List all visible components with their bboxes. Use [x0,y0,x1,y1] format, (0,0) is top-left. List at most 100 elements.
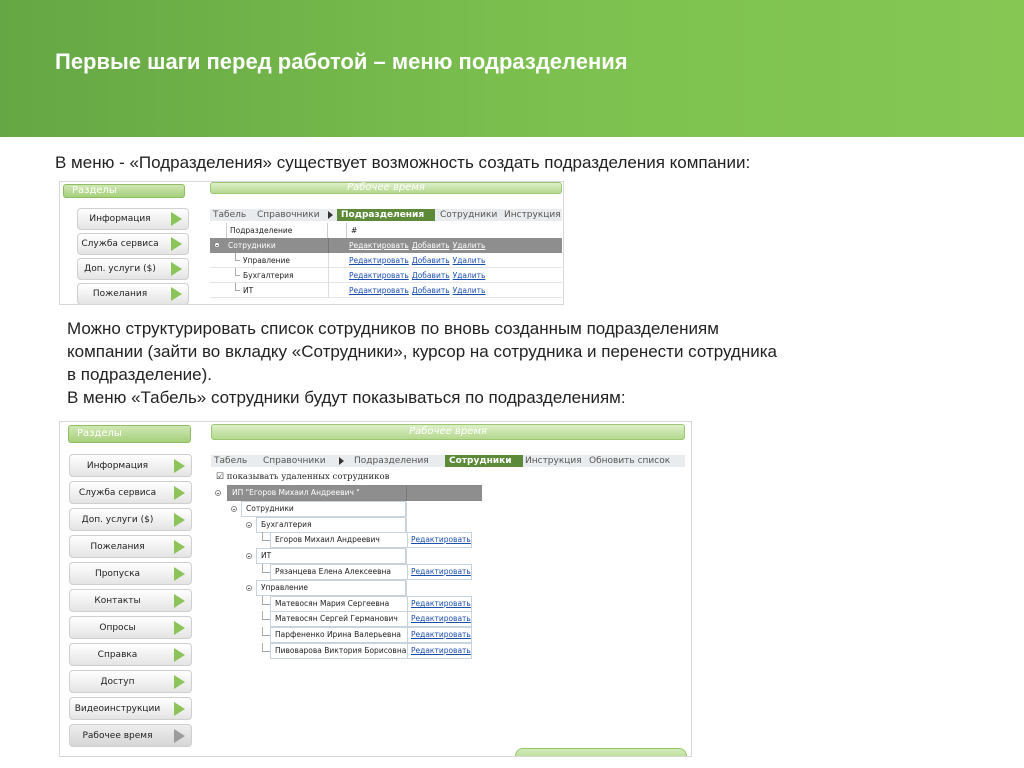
edit-link[interactable]: Редактировать [411,599,471,608]
column-divider [328,268,329,283]
sidebar-item[interactable]: Опросы [69,616,192,639]
tab-references[interactable]: Справочники [263,455,326,467]
sidebar-item-label: Доп. услуги ($) [81,514,154,525]
table-row[interactable]: ИТ Редактировать Добавить Удалить [210,283,562,298]
employee-name: Матевосян Сергей Германович [275,614,398,623]
column-divider [407,597,408,612]
tab-departments[interactable]: Подразделения [354,455,429,467]
employee-row[interactable]: Парфененко Ирина Валерьевна Редактировать [270,627,472,643]
tree-line [262,604,270,605]
delete-link[interactable]: Удалить [453,286,486,295]
collapse-icon[interactable] [215,490,221,496]
bottom-header-bar [515,748,687,756]
tree-line [262,643,263,651]
column-divider [406,549,407,564]
edit-link[interactable]: Редактировать [349,256,409,265]
sidebar-item[interactable]: Информация [77,208,189,230]
edit-link[interactable]: Редактировать [349,271,409,280]
edit-link[interactable]: Редактировать [411,567,471,576]
tree-line [262,532,263,540]
tab-departments[interactable]: Подразделения [337,209,435,221]
column-divider [328,253,329,268]
checkbox-checked-icon[interactable]: ☑ [216,472,224,482]
collapse-icon[interactable] [214,242,220,248]
tree-line [262,651,270,652]
department-row[interactable]: Бухгалтерия [256,517,407,533]
employee-row[interactable]: Пивоварова Виктория Борисовна Редактирова… [270,643,472,659]
company-row[interactable]: ИП "Егоров Михаил Андреевич " [227,485,482,501]
table-row[interactable]: Управление Редактировать Добавить Удалить [210,253,562,268]
department-row[interactable]: Управление [256,580,407,596]
sidebar-item[interactable]: Контакты [69,589,192,612]
tab-instructions[interactable]: Инструкция [525,455,582,467]
edit-link[interactable]: Редактировать [411,535,471,544]
tab-employees[interactable]: Сотрудники [440,209,497,221]
edit-link[interactable]: Редактировать [411,614,471,623]
sidebar-item[interactable]: Служба сервиса [77,233,189,255]
tab-timesheet[interactable]: Табель [213,209,246,221]
sidebar-item-label: Служба сервиса [81,239,159,249]
edit-link[interactable]: Редактировать [411,630,471,639]
sidebar-item[interactable]: Видеоинструкции [69,697,192,720]
column-divider [406,581,407,596]
tab-timesheet[interactable]: Табель [214,455,247,467]
column-divider [328,238,329,253]
edit-link[interactable]: Редактировать [349,241,409,250]
tab-refresh-list[interactable]: Обновить список [589,455,670,467]
add-link[interactable]: Добавить [412,256,450,265]
slide-title: Первые шаги перед работой – меню подразд… [55,49,628,74]
arrow-right-icon [171,212,182,226]
add-link[interactable]: Добавить [412,241,450,250]
edit-link[interactable]: Редактировать [349,286,409,295]
tree-line [262,635,270,636]
column-header-department: Подразделение [226,223,328,238]
show-deleted-option[interactable]: ☑ показывать удаленных сотрудников [216,472,389,482]
table-row[interactable]: Сотрудники Редактировать Добавить Удалить [210,238,562,253]
collapse-icon[interactable] [246,522,252,528]
department-row[interactable]: ИТ [256,548,407,564]
play-icon [328,211,333,219]
add-link[interactable]: Добавить [412,271,450,280]
sidebar-item[interactable]: Пропуска [69,562,192,585]
delete-link[interactable]: Удалить [453,241,486,250]
tree-line [262,611,263,619]
delete-link[interactable]: Удалить [453,271,486,280]
collapse-icon[interactable] [246,553,252,559]
tab-employees[interactable]: Сотрудники [445,455,523,467]
employees-screenshot: Разделы Рабочее время Информация Служба с… [59,421,692,757]
collapse-icon[interactable] [231,506,237,512]
sidebar-item[interactable]: Справка [69,643,192,666]
edit-link[interactable]: Редактировать [411,646,471,655]
sections-header: Разделы [68,425,191,443]
add-link[interactable]: Добавить [412,286,450,295]
tree-line [262,572,270,573]
employee-row[interactable]: Егоров Михаил Андреевич Редактировать [270,532,472,548]
tab-instructions[interactable]: Инструкция [504,209,561,221]
row-actions: Редактировать Добавить Удалить [349,268,488,283]
title-banner: Первые шаги перед работой – меню подразд… [0,0,1024,137]
tab-references[interactable]: Справочники [257,209,320,221]
employee-row[interactable]: Матевосян Мария Сергеевна Редактировать [270,596,472,612]
sidebar-item[interactable]: Пожелания [69,535,192,558]
collapse-icon[interactable] [246,585,252,591]
employee-name: Егоров Михаил Андреевич [275,535,380,544]
tree-line [262,564,263,572]
worktime-header: Рабочее время [210,182,562,194]
sidebar-item[interactable]: Пожелания [77,283,189,304]
sidebar-item[interactable]: Доп. услуги ($) [69,508,192,531]
tab-bar: Табель Справочники Подразделения Сотрудн… [210,209,562,221]
column-divider [407,612,408,627]
employees-root-row[interactable]: Сотрудники [241,501,407,517]
employee-row[interactable]: Рязанцева Елена Алексеевна Редактировать [270,564,472,580]
employee-row[interactable]: Матевосян Сергей Германович Редактировать [270,611,472,627]
arrow-right-icon [174,674,185,689]
sidebar-item-label: Пожелания [92,289,148,299]
sidebar-item[interactable]: Служба сервиса [69,481,192,504]
table-row[interactable]: Бухгалтерия Редактировать Добавить Удалить [210,268,562,283]
tree-line [235,290,240,291]
sidebar-item[interactable]: Доступ [69,670,192,693]
sidebar-item[interactable]: Рабочее время [69,724,192,747]
sidebar-item[interactable]: Доп. услуги ($) [77,258,189,280]
sidebar-item[interactable]: Информация [69,454,192,477]
delete-link[interactable]: Удалить [453,256,486,265]
